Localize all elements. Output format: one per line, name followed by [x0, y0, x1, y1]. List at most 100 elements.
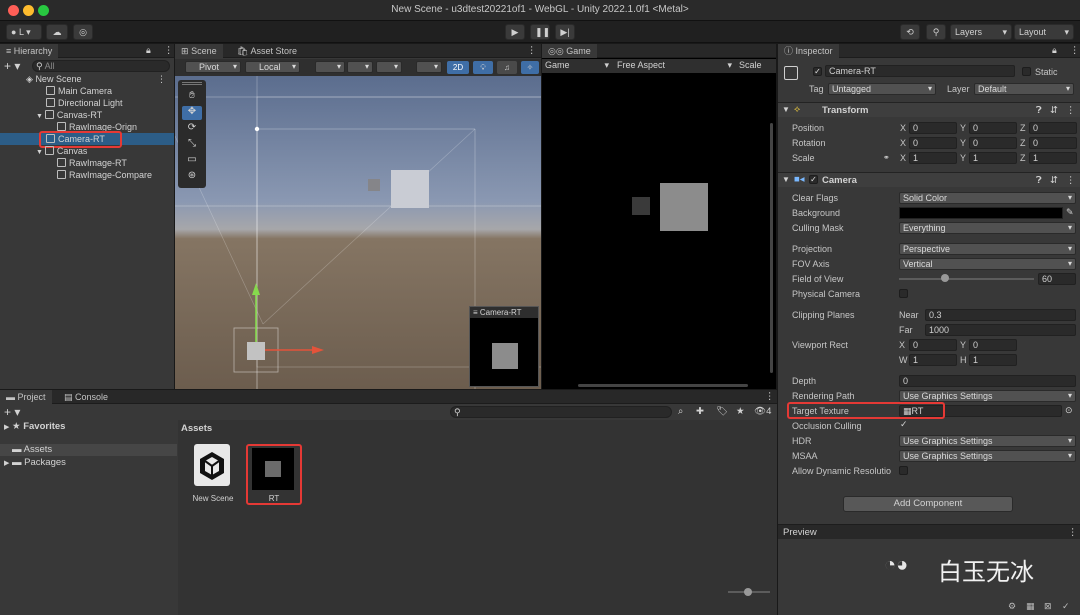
packages-folder-item[interactable]: ▶ ▬ Packages	[4, 457, 66, 468]
tab-console[interactable]: ▤ Console	[58, 390, 114, 404]
progress-icon[interactable]: ▦	[1026, 601, 1035, 612]
fov-slider-track[interactable]	[899, 278, 1034, 280]
preset-icon[interactable]: ⇵	[1050, 175, 1058, 186]
icon-size-slider-handle[interactable]	[744, 588, 752, 596]
hand-tool-icon[interactable]: ✋︎	[182, 90, 202, 104]
grid-snap-dropdown[interactable]	[347, 61, 373, 73]
asset-new-scene[interactable]: New Scene	[190, 444, 236, 506]
viewport-w-field[interactable]: 1	[909, 354, 957, 366]
scale-y-field[interactable]: 1	[969, 152, 1017, 164]
effects-button[interactable]: ✧	[521, 61, 539, 74]
tab-hierarchy[interactable]: ≡ Hierarchy	[0, 44, 59, 58]
preview-bar[interactable]: Preview ⋮	[778, 524, 1080, 539]
tab-asset-store[interactable]: 🛍︎ Asset Store	[231, 44, 303, 58]
depth-field[interactable]: 0	[899, 375, 1076, 387]
search-button[interactable]: ⚲	[926, 24, 946, 40]
position-x-field[interactable]: 0	[909, 122, 957, 134]
hierarchy-item-rawimage-compare[interactable]: RawImage-Compare	[0, 169, 174, 181]
projection-dropdown[interactable]: Perspective	[899, 243, 1076, 255]
audio-button[interactable]: ♫	[497, 61, 517, 74]
camera-header[interactable]: ▼ ■◂ ✓ Camera ❓︎ ⇵ ⋮	[778, 172, 1080, 187]
more-icon[interactable]: ⋮	[164, 45, 174, 56]
layer-dropdown[interactable]: Default	[974, 83, 1074, 95]
help-icon[interactable]: ❓︎	[1036, 175, 1042, 186]
more-icon[interactable]: ⋮	[527, 45, 537, 56]
tag-icon[interactable]: 🏷︎	[716, 406, 728, 417]
object-picker-icon[interactable]: ⊙	[1065, 405, 1073, 416]
favorites-item[interactable]: ▶ ★ Favorites	[4, 421, 65, 432]
hierarchy-item-directional-light[interactable]: Directional Light	[0, 97, 174, 109]
hierarchy-item-rawimage-rt[interactable]: RawImage-RT	[0, 157, 174, 169]
rotation-z-field[interactable]: 0	[1029, 137, 1077, 149]
bug-icon[interactable]: ⚙︎	[1008, 601, 1016, 612]
viewport-h-field[interactable]: 1	[969, 354, 1017, 366]
search-by-type-icon[interactable]: ⌕	[678, 406, 683, 417]
hdr-dropdown[interactable]: Use Graphics Settings	[899, 435, 1076, 447]
collab-button[interactable]: ◎	[73, 24, 93, 40]
favorite-star-icon[interactable]: ★	[736, 406, 745, 417]
hidden-packages-icon[interactable]: 👁︎4	[754, 406, 771, 417]
step-button[interactable]: ▶|	[555, 24, 575, 40]
tab-project[interactable]: ▬ Project	[0, 390, 52, 404]
project-search-input[interactable]: ⚲	[450, 406, 672, 418]
game-viewport[interactable]	[542, 73, 776, 389]
add-object-button[interactable]: + ▾	[4, 59, 20, 73]
rendering-path-dropdown[interactable]: Use Graphics Settings	[899, 390, 1076, 402]
layout-dropdown[interactable]: Layout ▾	[1014, 24, 1074, 40]
rotation-x-field[interactable]: 0	[909, 137, 957, 149]
account-button[interactable]: ● L ▾	[6, 24, 42, 40]
tab-game[interactable]: ◎◎ Game	[542, 44, 597, 58]
scale-z-field[interactable]: 1	[1029, 152, 1077, 164]
lock-icon[interactable]: 🔒︎	[1052, 45, 1057, 56]
pivot-dropdown[interactable]: Pivot	[185, 61, 241, 73]
viewport-x-field[interactable]: 0	[909, 339, 957, 351]
eyedropper-icon[interactable]: ✎	[1066, 207, 1074, 218]
scale-x-field[interactable]: 1	[909, 152, 957, 164]
pause-button[interactable]: ❚❚	[530, 24, 550, 40]
aspect-dropdown[interactable]: Free Aspect ▾	[617, 60, 732, 70]
lock-icon[interactable]: 🔒︎	[146, 45, 151, 56]
cloud-button[interactable]: ☁	[46, 24, 68, 40]
hierarchy-item-canvas[interactable]: ▼ Canvas	[0, 145, 174, 157]
rotation-y-field[interactable]: 0	[969, 137, 1017, 149]
physical-camera-checkbox[interactable]	[899, 289, 908, 298]
game-scrollbar-h[interactable]	[578, 384, 748, 387]
lighting-button[interactable]: 💡︎	[473, 61, 493, 74]
static-checkbox[interactable]	[1022, 67, 1031, 76]
hierarchy-search-input[interactable]: ⚲ All	[32, 60, 170, 72]
near-field[interactable]: 0.3	[925, 309, 1076, 321]
culling-mask-dropdown[interactable]: Everything	[899, 222, 1076, 234]
shading-dropdown[interactable]	[416, 61, 442, 73]
snap-dropdown[interactable]	[315, 61, 345, 73]
history-button[interactable]: ⟲	[900, 24, 920, 40]
background-color-field[interactable]	[899, 207, 1063, 219]
move-tool-icon[interactable]: ✥	[182, 106, 202, 120]
hierarchy-item-main-camera[interactable]: Main Camera	[0, 85, 174, 97]
occlusion-culling-checkbox[interactable]: ✓	[900, 419, 908, 430]
tab-scene[interactable]: ⊞ Scene	[175, 44, 223, 58]
rect-tool-icon[interactable]: ▭	[182, 154, 202, 168]
tag-dropdown[interactable]: Untagged	[828, 83, 936, 95]
position-y-field[interactable]: 0	[969, 122, 1017, 134]
more-icon[interactable]: ⋮	[1066, 175, 1076, 186]
transform-tool-icon[interactable]: ⊛	[182, 170, 202, 184]
dynamic-resolution-checkbox[interactable]	[899, 466, 908, 475]
preset-icon[interactable]: ⇵	[1050, 105, 1058, 116]
increment-dropdown[interactable]	[376, 61, 402, 73]
fov-field[interactable]: 60	[1038, 273, 1076, 285]
active-checkbox[interactable]: ✓	[813, 67, 822, 76]
fov-axis-dropdown[interactable]: Vertical	[899, 258, 1076, 270]
mode-2d-button[interactable]: 2D	[447, 61, 469, 74]
position-z-field[interactable]: 0	[1029, 122, 1077, 134]
tab-inspector[interactable]: ⓘ Inspector	[778, 44, 839, 58]
layers-dropdown[interactable]: Layers ▾	[950, 24, 1012, 40]
cache-icon[interactable]: ⊠	[1044, 601, 1052, 612]
transform-header[interactable]: ▼ ⟡ Transform ❓︎ ⇵ ⋮	[778, 102, 1080, 117]
create-asset-button[interactable]: + ▾	[4, 405, 20, 419]
clear-flags-dropdown[interactable]: Solid Color	[899, 192, 1076, 204]
hierarchy-item-scene[interactable]: ◈ New Scene ⋮	[0, 73, 174, 85]
link-scale-icon[interactable]: ⚭	[883, 153, 890, 162]
search-by-label-icon[interactable]: ✚	[696, 406, 704, 417]
more-icon[interactable]: ⋮	[1066, 105, 1076, 116]
hierarchy-item-canvas-rt[interactable]: ▼ Canvas-RT	[0, 109, 174, 121]
